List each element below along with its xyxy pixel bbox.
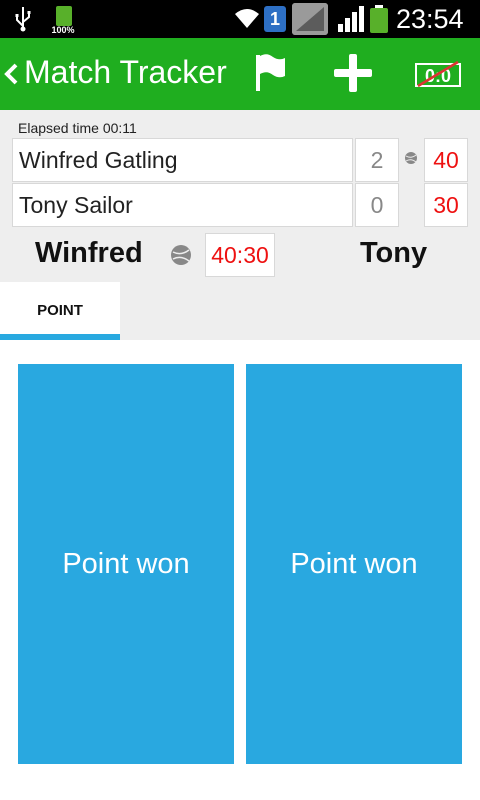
player2-games: 0 — [355, 183, 399, 227]
player1-points: 40 — [424, 138, 468, 182]
player1-games: 2 — [355, 138, 399, 182]
reset-score-button[interactable]: 0:0 — [414, 58, 462, 90]
flag-icon[interactable] — [247, 50, 293, 96]
plus-icon[interactable] — [330, 50, 376, 96]
current-game-score: 40:30 — [205, 233, 275, 277]
player2-short-name: Tony — [360, 237, 428, 269]
signal-strength-icon — [338, 6, 364, 32]
player1-point-won-button[interactable]: Point won — [18, 364, 234, 764]
chevron-left-icon[interactable] — [2, 62, 20, 86]
serving-ball-icon — [171, 245, 191, 265]
battery-icon — [370, 5, 388, 33]
player2-name: Tony Sailor — [12, 183, 353, 227]
action-bar: Match Tracker 0:0 — [0, 38, 480, 110]
wifi-icon — [235, 9, 259, 28]
status-bar: 100% 1 23:54 — [0, 0, 480, 38]
tab-selected-indicator — [0, 334, 120, 340]
battery-percent: 100% — [51, 25, 75, 35]
player1-name: Winfred Gatling — [12, 138, 353, 182]
serving-ball-icon — [405, 152, 417, 164]
clock: 23:54 — [396, 4, 464, 34]
tab-point[interactable]: POINT — [0, 282, 120, 340]
score-panel: Elapsed time 00:11 Winfred Gatling 2 40 … — [0, 110, 480, 340]
elapsed-time: Elapsed time 00:11 — [18, 120, 137, 136]
player2-points: 30 — [424, 183, 468, 227]
reset-score-icon: 0:0 — [415, 60, 461, 88]
usb-icon — [15, 7, 31, 32]
player2-point-won-button[interactable]: Point won — [246, 364, 462, 764]
sim-card-icon: 1 — [264, 6, 286, 32]
no-signal-icon — [292, 3, 328, 35]
tab-point-label: POINT — [37, 302, 83, 319]
app-title[interactable]: Match Tracker — [24, 54, 227, 91]
player1-short-name: Winfred — [35, 237, 143, 269]
battery-status-icon: 100% — [48, 4, 78, 35]
